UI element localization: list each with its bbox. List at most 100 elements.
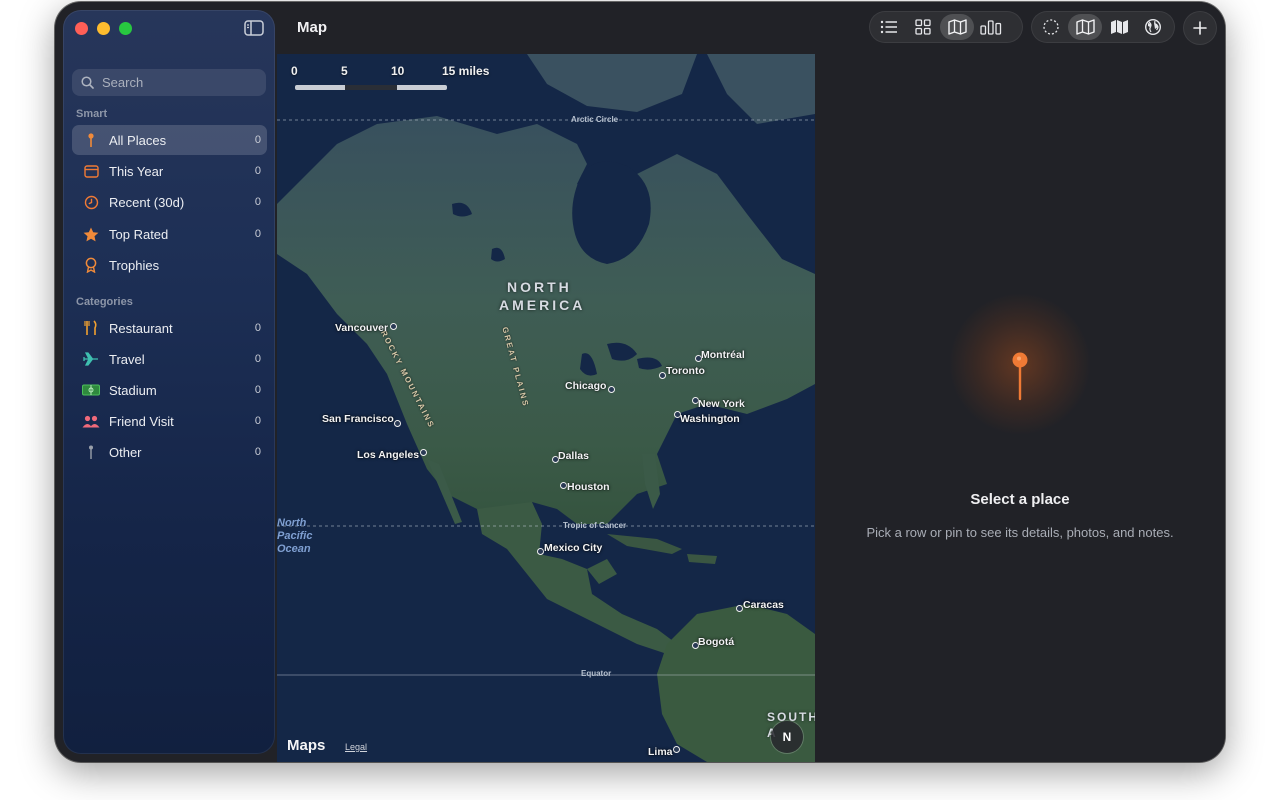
pin-gray-icon: [82, 443, 100, 461]
sidebar-item-label: Stadium: [109, 382, 157, 398]
maps-logo: Maps: [287, 737, 325, 754]
list-icon: [880, 20, 897, 34]
stats-view-button[interactable]: [974, 14, 1008, 40]
compass-label: N: [782, 730, 792, 744]
maps-logo-text: Maps: [287, 737, 326, 754]
search-icon: [81, 76, 94, 89]
sidebar-item-count: 0: [254, 196, 261, 208]
calendar-icon: [82, 162, 100, 180]
city-label-mexico-city: Mexico City: [544, 542, 603, 554]
plus-icon: [1193, 21, 1207, 35]
map-view-button[interactable]: [940, 14, 974, 40]
sidebar-item-label: Friend Visit: [109, 413, 174, 429]
sidebar-item-restaurant[interactable]: Restaurant 0: [72, 313, 267, 343]
city-dot[interactable]: [673, 746, 680, 753]
sidebar-item-count: 0: [254, 134, 261, 146]
sidebar-item-friend-visit[interactable]: Friend Visit 0: [72, 406, 267, 436]
legal-link[interactable]: Legal: [345, 742, 367, 752]
clock-icon: [82, 193, 100, 211]
trophy-icon: [82, 256, 100, 274]
equator-label: Equator: [581, 669, 612, 678]
search-input[interactable]: [100, 74, 264, 91]
city-label-los-angeles: Los Angeles: [357, 449, 420, 461]
grid-view-button[interactable]: [906, 14, 940, 40]
sidebar-item-label: Top Rated: [109, 226, 169, 242]
region-label-america: AMERICA: [499, 297, 586, 313]
sidebar-item-label: Travel: [109, 351, 145, 367]
star-icon: [82, 225, 100, 243]
region-label-north: NORTH: [507, 279, 572, 295]
window-title: Map: [297, 19, 327, 36]
sidebar-item-travel[interactable]: Travel 0: [72, 344, 267, 374]
map-outline-icon: [1075, 19, 1095, 35]
sidebar-toggle-button[interactable]: [244, 20, 264, 36]
city-label-vancouver: Vancouver: [335, 322, 389, 334]
list-view-button[interactable]: [872, 14, 906, 40]
city-label-toronto: Toronto: [666, 365, 705, 377]
map-style-segmented-control: [1031, 11, 1175, 43]
view-mode-segmented-control: [869, 11, 1023, 43]
city-label-new-york: New York: [698, 398, 745, 410]
city-dot[interactable]: [420, 449, 427, 456]
city-dot[interactable]: [608, 386, 615, 393]
categories-section-title: Categories: [76, 296, 133, 308]
sidebar-item-recent[interactable]: Recent (30d) 0: [72, 187, 267, 217]
sidebar-item-other[interactable]: Other 0: [72, 437, 267, 467]
sidebar-item-count: 0: [254, 165, 261, 177]
city-dot[interactable]: [659, 372, 666, 379]
sidebar-item-count: 0: [254, 384, 261, 396]
tropic-of-cancer-label: Tropic of Cancer: [563, 521, 627, 530]
search-field[interactable]: [72, 69, 266, 96]
dashed-circle-icon: [1043, 19, 1059, 35]
pin-icon: [82, 131, 100, 149]
sidebar-item-count: 0: [254, 353, 261, 365]
sidebar: Smart All Places 0 This Year 0 Recent (3…: [63, 10, 275, 754]
city-dot[interactable]: [537, 548, 544, 555]
scale-label-15: 15 miles: [442, 64, 490, 78]
city-label-caracas: Caracas: [743, 599, 784, 611]
airplane-icon: [82, 350, 100, 368]
sidebar-item-trophies[interactable]: Trophies: [72, 250, 267, 280]
detail-panel: Select a place Pick a row or pin to see …: [815, 54, 1225, 762]
ocean-line: Pacific: [277, 530, 313, 542]
sidebar-icon: [244, 20, 264, 36]
sidebar-item-top-rated[interactable]: Top Rated 0: [72, 219, 267, 249]
sidebar-item-stadium[interactable]: Stadium 0: [72, 375, 267, 405]
map-style-globe-button[interactable]: [1136, 14, 1170, 40]
sidebar-item-count: 0: [254, 228, 261, 240]
pin-icon-large: [1010, 352, 1030, 407]
app-window: Smart All Places 0 This Year 0 Recent (3…: [55, 2, 1225, 762]
detail-title: Select a place: [970, 491, 1070, 508]
city-dot[interactable]: [390, 323, 397, 330]
sidebar-item-label: All Places: [109, 132, 167, 148]
pacific-ocean-label: North Pacific Ocean: [277, 517, 312, 556]
sidebar-item-all-places[interactable]: All Places 0: [72, 125, 267, 155]
sidebar-item-this-year[interactable]: This Year 0: [72, 156, 267, 186]
map-style-hybrid-button[interactable]: [1102, 14, 1136, 40]
compass-button[interactable]: N: [771, 721, 803, 753]
detail-subtitle: Pick a row or pin to see its details, ph…: [866, 525, 1174, 540]
globe-icon: [1144, 18, 1162, 36]
sidebar-item-label: Recent (30d): [109, 194, 185, 210]
sidebar-item-label: Restaurant: [109, 320, 173, 336]
map-style-standard-button[interactable]: [1068, 14, 1102, 40]
map-view[interactable]: 0 5 10 15 miles Arctic Circle Tropic of …: [277, 54, 815, 762]
zoom-window-button[interactable]: [119, 22, 132, 35]
city-label-washington: Washington: [680, 413, 740, 425]
minimize-window-button[interactable]: [97, 22, 110, 35]
map-style-none-button[interactable]: [1034, 14, 1068, 40]
stadium-icon: [82, 381, 100, 399]
fork-knife-icon: [82, 319, 100, 337]
add-place-button[interactable]: [1183, 11, 1217, 45]
sidebar-item-count: 0: [254, 446, 261, 458]
city-dot[interactable]: [394, 420, 401, 427]
city-label-houston: Houston: [567, 481, 610, 493]
bar-chart-icon: [980, 19, 1002, 35]
city-dot[interactable]: [560, 482, 567, 489]
close-window-button[interactable]: [75, 22, 88, 35]
sidebar-item-label: This Year: [109, 163, 164, 179]
scale-label-0: 0: [291, 64, 298, 78]
scale-label-5: 5: [341, 64, 348, 78]
city-label-bogota: Bogotá: [698, 636, 735, 648]
city-dot[interactable]: [736, 605, 743, 612]
